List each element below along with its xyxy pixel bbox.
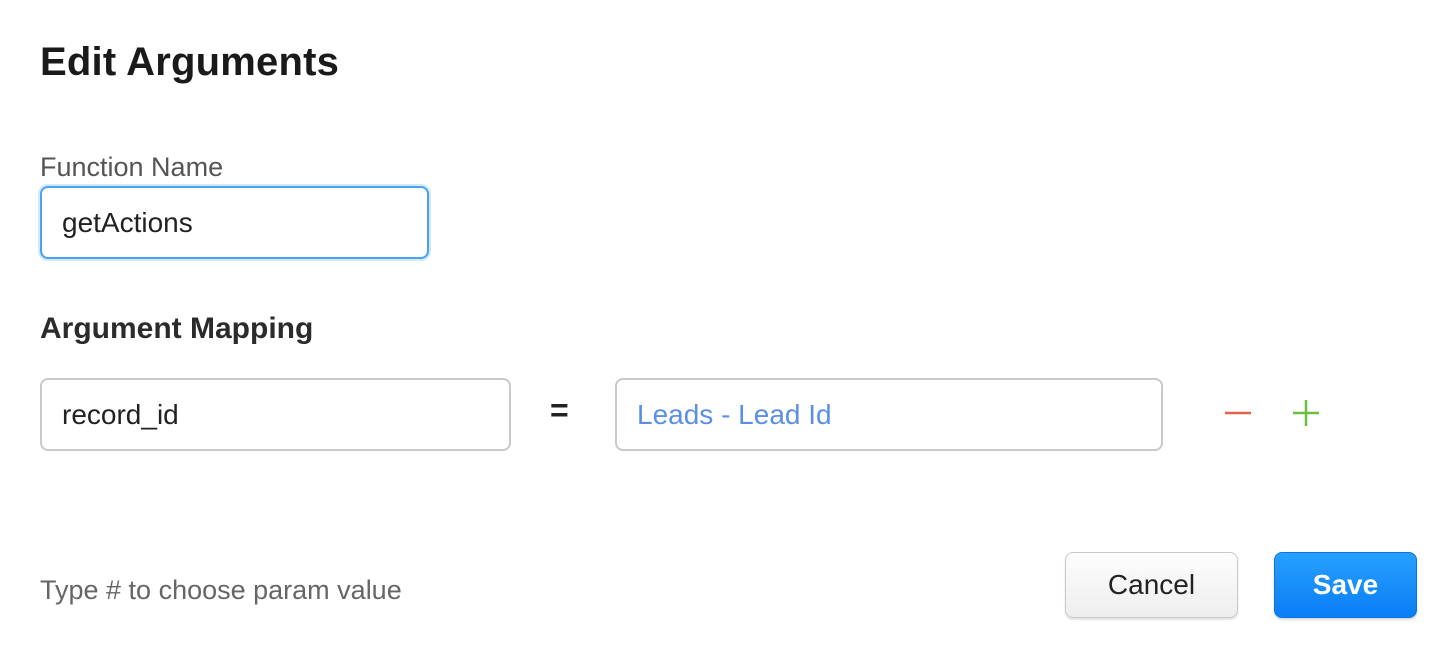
add-row-button[interactable] — [1288, 395, 1324, 431]
argument-mapping-title: Argument Mapping — [40, 312, 314, 345]
edit-arguments-dialog: Edit Arguments Function Name Argument Ma… — [0, 0, 1440, 650]
save-button[interactable]: Save — [1274, 552, 1417, 618]
remove-row-button[interactable] — [1220, 395, 1256, 431]
plus-icon — [1293, 400, 1319, 426]
argument-value-input[interactable] — [615, 378, 1163, 451]
argument-name-input[interactable] — [40, 378, 511, 451]
cancel-button[interactable]: Cancel — [1065, 552, 1238, 618]
param-hint-text: Type # to choose param value — [40, 575, 402, 605]
equals-sign: = — [550, 392, 569, 428]
function-name-input[interactable] — [40, 186, 429, 259]
dialog-title: Edit Arguments — [40, 40, 340, 84]
function-name-label: Function Name — [40, 152, 224, 182]
minus-icon — [1225, 411, 1251, 415]
